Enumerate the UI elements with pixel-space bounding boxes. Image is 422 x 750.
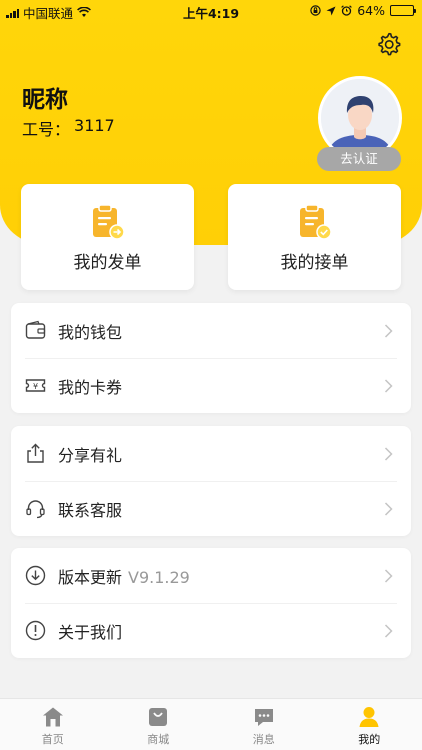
menu-item-share[interactable]: 分享有礼 <box>11 426 411 481</box>
coupon-icon: ¥ <box>25 379 46 392</box>
chevron-right-icon <box>384 379 393 393</box>
menu-item-customer-service[interactable]: 联系客服 <box>11 481 411 536</box>
work-number: 工号： 3117 <box>22 116 115 140</box>
my-sent-orders-card[interactable]: 我的发单 <box>21 184 194 290</box>
my-sent-orders-label: 我的发单 <box>73 253 142 273</box>
menu-group-wallet: 我的钱包 ¥ 我的卡券 <box>11 303 411 413</box>
clipboard-send-icon <box>93 204 125 240</box>
verify-button[interactable]: 去认证 <box>317 147 401 171</box>
battery-icon <box>390 5 416 16</box>
menu-label-customer-service: 联系客服 <box>58 501 123 520</box>
settings-gear-icon[interactable] <box>376 31 402 57</box>
tab-home[interactable]: 首页 <box>0 699 106 750</box>
chevron-right-icon <box>384 447 393 461</box>
chevron-right-icon <box>384 324 393 338</box>
menu-item-wallet[interactable]: 我的钱包 <box>11 303 411 358</box>
message-icon <box>254 709 273 726</box>
info-icon <box>25 620 46 641</box>
version-update-text: 版本更新 <box>58 568 123 587</box>
tab-messages[interactable]: 消息 <box>211 699 317 750</box>
menu-item-about-us[interactable]: 关于我们 <box>11 603 411 658</box>
status-bar: 中国联通 上午4:19 64% <box>0 0 422 22</box>
tab-mine[interactable]: 我的 <box>317 699 422 750</box>
lock-rotation-icon <box>310 5 321 16</box>
clipboard-check-icon <box>300 204 332 240</box>
menu-label-share: 分享有礼 <box>58 446 123 465</box>
menu-item-version-update[interactable]: 版本更新 V9.1.29 <box>11 548 411 603</box>
menu-label-about-us: 关于我们 <box>58 623 123 642</box>
download-icon <box>25 565 46 586</box>
menu-group-service: 分享有礼 联系客服 <box>11 426 411 536</box>
menu-item-coupons[interactable]: ¥ 我的卡券 <box>11 358 411 413</box>
menu-label-coupons: 我的卡券 <box>58 378 123 397</box>
bottom-tab-bar: 首页 商城 消息 我的 <box>0 698 422 750</box>
alarm-icon <box>341 5 353 16</box>
tab-mall-label: 商城 <box>147 733 170 746</box>
tab-home-label: 首页 <box>41 733 64 746</box>
battery-percent: 64% <box>357 3 385 18</box>
tab-mine-label: 我的 <box>358 733 381 746</box>
avatar-person-icon <box>321 79 399 157</box>
menu-label-wallet: 我的钱包 <box>58 323 123 342</box>
shopping-bag-icon <box>149 708 168 726</box>
my-received-orders-card[interactable]: 我的接单 <box>228 184 401 290</box>
nickname: 昵称 <box>22 87 68 113</box>
version-number: V9.1.29 <box>128 568 190 587</box>
user-icon <box>359 707 379 727</box>
svg-text:¥: ¥ <box>33 382 38 391</box>
headset-icon <box>26 500 45 519</box>
work-number-label: 工号： <box>22 120 71 139</box>
wallet-icon <box>25 320 46 339</box>
home-icon <box>42 707 63 727</box>
location-arrow-icon <box>326 6 336 15</box>
tab-messages-label: 消息 <box>252 733 275 746</box>
menu-group-about: 版本更新 V9.1.29 关于我们 <box>11 548 411 658</box>
menu-label-version-update: 版本更新 V9.1.29 <box>58 564 190 588</box>
share-icon <box>27 443 44 463</box>
my-received-orders-label: 我的接单 <box>280 253 349 273</box>
chevron-right-icon <box>384 569 393 583</box>
chevron-right-icon <box>384 624 393 638</box>
tab-mall[interactable]: 商城 <box>106 699 212 750</box>
work-number-value: 3117 <box>74 116 115 135</box>
chevron-right-icon <box>384 502 393 516</box>
